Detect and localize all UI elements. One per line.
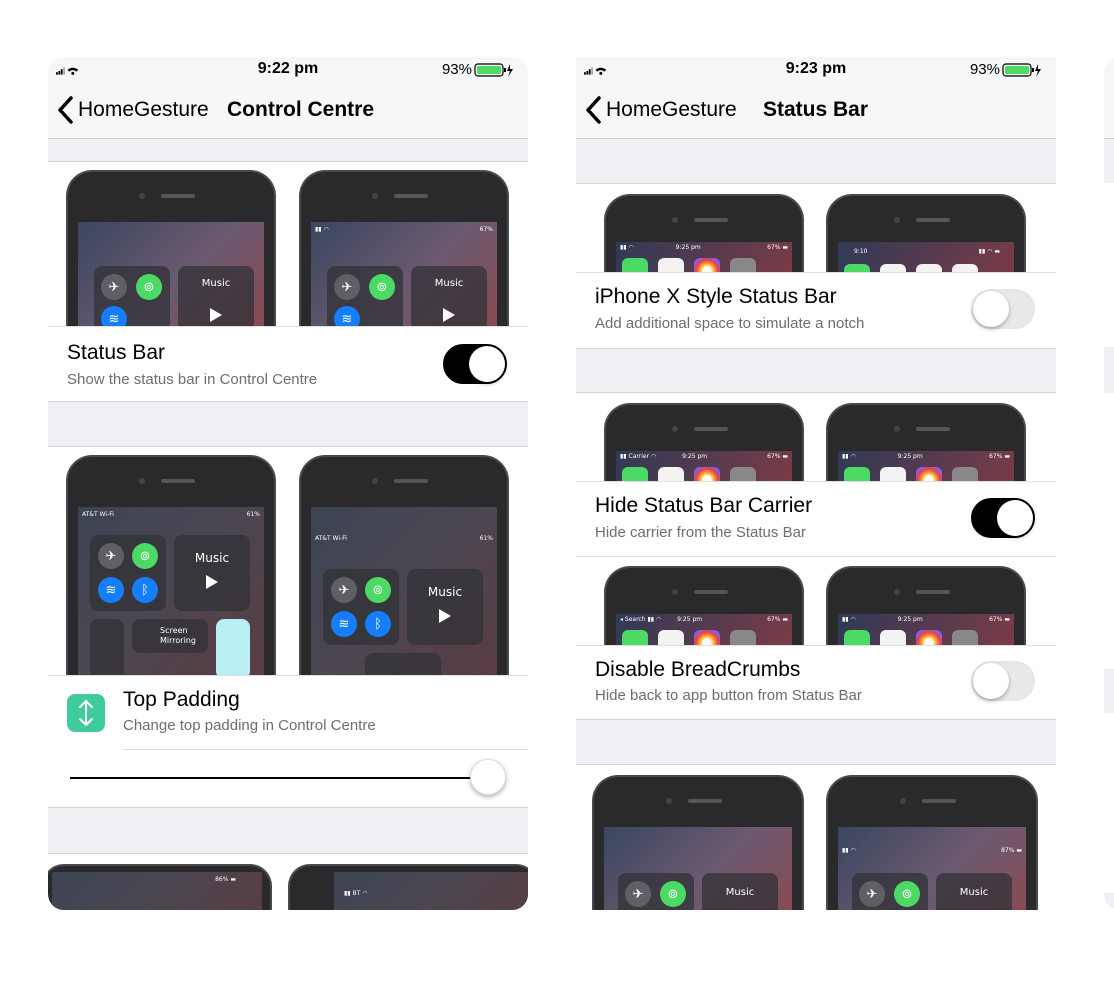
status-bar-row[interactable]: Status Bar Show the status bar in Contro… bbox=[48, 326, 528, 401]
row-subtitle: Hide carrier from the Status Bar bbox=[595, 524, 806, 541]
airplane-icon: ✈ bbox=[101, 274, 127, 300]
top-padding-slider-thumb[interactable] bbox=[470, 759, 506, 795]
row-subtitle: Show the status bar in Control Centre bbox=[67, 371, 318, 388]
preview-phone-image: 86% ▬ bbox=[48, 864, 272, 910]
preview-phone-image: 87% ▬ ▮▮ ◠ ✈ ⊚ Music bbox=[826, 775, 1038, 910]
settings-group-partial: ✈ ⊚ Music 87% ▬ ▮▮ ◠ ✈ ⊚ Music bbox=[576, 765, 1056, 910]
music-label: Music bbox=[194, 551, 230, 565]
settings-group-partial: 86% ▬ ▮▮ BT ◠ bbox=[48, 854, 528, 910]
preview-phone-image: 67% ▬ ◂ Search ▮▮ ◠ 9:25 pm bbox=[604, 566, 804, 646]
navigation-bar: HomeGesture Status Bar bbox=[576, 85, 1056, 139]
navigation-bar: HomeGesture Control Centre bbox=[48, 85, 528, 139]
bluetooth-icon: ᛒ bbox=[132, 577, 158, 603]
airplane-icon: ✈ bbox=[859, 881, 885, 907]
hide-carrier-row[interactable]: Hide Status Bar Carrier Hide carrier fro… bbox=[576, 481, 1056, 557]
settings-screen-control-centre: 9:22 pm 93% HomeGesture Control Centre ✈… bbox=[48, 57, 528, 910]
preview-phone-image: 67% ▬ ▮▮ Carrier ◠ 9:25 pm bbox=[604, 403, 804, 483]
chevron-left-icon bbox=[586, 96, 601, 124]
play-icon bbox=[206, 575, 218, 589]
hide-carrier-toggle[interactable] bbox=[971, 498, 1035, 538]
cellular-icon: ⊚ bbox=[894, 881, 920, 907]
wifi-icon: ≋ bbox=[101, 306, 127, 328]
wifi-icon: ≋ bbox=[331, 611, 357, 637]
preview-phone-image: 61% AT&T Wi-Fi ✈ ⊚ ≋ ᛒ Music Screen Mirro… bbox=[66, 455, 276, 677]
airplane-icon: ✈ bbox=[98, 543, 124, 569]
row-subtitle: Hide back to app button from Status Bar bbox=[595, 687, 862, 704]
preview-phone-image: 67% ▬ ▮▮ ◠ 9:25 pm bbox=[604, 194, 804, 274]
cellular-icon: ⊚ bbox=[365, 577, 391, 603]
preview-phone-image: 67% ▮▮ ◠ ✈ ⊚ ≋ Music bbox=[299, 170, 509, 328]
play-icon bbox=[210, 308, 222, 322]
wifi-icon: ≋ bbox=[334, 306, 360, 328]
row-title: Top Padding bbox=[123, 688, 240, 711]
settings-group-iphone-x: 67% ▬ ▮▮ ◠ 9:25 pm ▮▮ ◠ ▬ 9:10 iPhone X St… bbox=[576, 184, 1056, 348]
preview-phone-image: ✈ ⊚ Music bbox=[592, 775, 804, 910]
row-title: Status Bar bbox=[67, 341, 166, 364]
music-label: Music bbox=[725, 887, 755, 898]
preview-phone-image: 67% ▬ ▮▮ ◠ 9:25 pm bbox=[826, 403, 1026, 483]
top-padding-row: Top Padding Change top padding in Contro… bbox=[48, 675, 528, 807]
cellular-icon: ⊚ bbox=[369, 274, 395, 300]
play-icon bbox=[443, 308, 455, 322]
chevron-left-icon bbox=[58, 96, 73, 124]
battery-percent: 93% bbox=[441, 61, 472, 78]
screen-mirroring-label: Screen Mirroring bbox=[160, 626, 196, 645]
music-label: Music bbox=[201, 278, 231, 289]
row-title: Hide Status Bar Carrier bbox=[595, 494, 813, 517]
music-label: Music bbox=[427, 585, 463, 599]
music-label: Music bbox=[959, 887, 989, 898]
preview-phone-image: 61% AT&T Wi-Fi ✈ ⊚ ≋ ᛒ Music bbox=[299, 455, 509, 677]
cellular-icon: ⊚ bbox=[660, 881, 686, 907]
status-bar: 9:23 pm 93% bbox=[576, 57, 1056, 85]
row-title: iPhone X Style Status Bar bbox=[595, 285, 837, 308]
bluetooth-icon: ᛒ bbox=[365, 611, 391, 637]
battery-charging-icon bbox=[474, 63, 513, 77]
iphone-x-status-bar-row[interactable]: iPhone X Style Status Bar Add additional… bbox=[576, 272, 1056, 348]
music-label: Music bbox=[434, 278, 464, 289]
settings-screen-cropped bbox=[1104, 57, 1114, 910]
back-button[interactable]: HomeGesture bbox=[56, 93, 209, 127]
status-bar-toggle[interactable] bbox=[443, 344, 507, 384]
settings-group-carrier: 67% ▬ ▮▮ Carrier ◠ 9:25 pm 67% ▬ ▮▮ ◠ 9:25… bbox=[576, 393, 1056, 719]
row-subtitle: Add additional space to simulate a notch bbox=[595, 315, 865, 332]
back-label: HomeGesture bbox=[78, 98, 209, 121]
back-button[interactable]: HomeGesture bbox=[584, 93, 737, 127]
preview-phone-image: ▮▮ BT ◠ bbox=[288, 864, 528, 910]
vertical-arrows-icon bbox=[67, 694, 105, 732]
preview-phone-image: 67% ▬ ▮▮ ◠ 9:25 pm bbox=[826, 566, 1026, 646]
back-label: HomeGesture bbox=[606, 98, 737, 121]
disable-breadcrumbs-row[interactable]: Disable BreadCrumbs Hide back to app but… bbox=[576, 645, 1056, 719]
preview-phone-image: ▮▮ ◠ ▬ 9:10 bbox=[826, 194, 1026, 274]
settings-group-status-bar: ✈ ⊚ ≋ Music 67% ▮▮ ◠ ✈ ⊚ ≋ Music Status … bbox=[48, 162, 528, 401]
settings-group-top-padding: 61% AT&T Wi-Fi ✈ ⊚ ≋ ᛒ Music Screen Mirro… bbox=[48, 447, 528, 807]
airplane-icon: ✈ bbox=[331, 577, 357, 603]
battery-charging-icon bbox=[1002, 63, 1041, 77]
iphone-x-status-bar-toggle[interactable] bbox=[971, 289, 1035, 329]
navigation-bar bbox=[1104, 85, 1114, 139]
settings-screen-status-bar: 9:23 pm 93% HomeGesture Status Bar 67% ▬… bbox=[576, 57, 1056, 910]
cellular-icon: ⊚ bbox=[136, 274, 162, 300]
play-icon bbox=[439, 609, 451, 623]
airplane-icon: ✈ bbox=[334, 274, 360, 300]
page-title: Status Bar bbox=[763, 98, 869, 121]
wifi-icon: ≋ bbox=[98, 577, 124, 603]
airplane-icon: ✈ bbox=[625, 881, 651, 907]
row-title: Disable BreadCrumbs bbox=[595, 658, 801, 681]
top-padding-slider-track[interactable] bbox=[70, 777, 490, 779]
battery-percent: 93% bbox=[969, 61, 1000, 78]
disable-breadcrumbs-toggle[interactable] bbox=[971, 661, 1035, 701]
status-bar: 9:22 pm 93% bbox=[48, 57, 528, 85]
status-bar bbox=[1104, 57, 1114, 85]
preview-phone-image: ✈ ⊚ ≋ Music bbox=[66, 170, 276, 328]
row-subtitle: Change top padding in Control Centre bbox=[123, 717, 376, 734]
cellular-icon: ⊚ bbox=[132, 543, 158, 569]
page-title: Control Centre bbox=[227, 98, 374, 121]
